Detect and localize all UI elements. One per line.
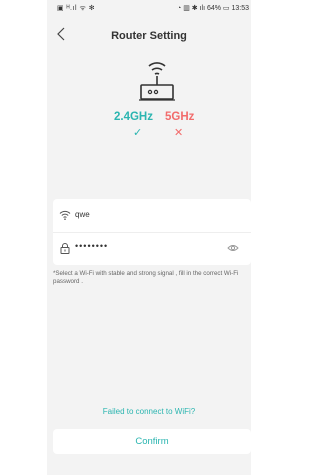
eye-icon[interactable]	[227, 243, 239, 253]
password-value: ••••••••	[75, 241, 109, 251]
lock-icon	[60, 243, 70, 254]
page-title: Router Setting	[111, 30, 187, 42]
band-status: 2.4GHz 5GHz ✓ ✕	[47, 111, 251, 151]
status-bar-right: ◔ ▥ ✱ ılı 64% ▭ 13:53	[177, 5, 249, 12]
hint-text: *Select a Wi-Fi with stable and strong s…	[53, 270, 239, 285]
nav-bar: Router Setting	[47, 18, 251, 48]
router-icon	[139, 62, 175, 101]
wifi-icon	[59, 210, 71, 220]
check-icon: ✓	[133, 127, 143, 139]
password-field[interactable]: ••••••••	[53, 232, 251, 265]
phone-screen: ▣ ᴴ.ıl ᯤ ✻ ◔ ▥ ✱ ılı 64% ▭ 13:53 Router …	[47, 0, 251, 475]
wifi-form-card: qwe ••••••••	[53, 199, 251, 265]
failed-to-connect-link[interactable]: Failed to connect to WiFi?	[47, 407, 251, 416]
status-bar-left: ▣ ᴴ.ıl ᯤ ✻	[57, 5, 96, 12]
band-24ghz-label: 2.4GHz	[114, 111, 153, 123]
ssid-field[interactable]: qwe	[53, 199, 251, 233]
band-5ghz-label: 5GHz	[165, 111, 195, 123]
cross-icon: ✕	[174, 127, 184, 139]
status-bar: ▣ ᴴ.ıl ᯤ ✻ ◔ ▥ ✱ ılı 64% ▭ 13:53	[47, 0, 251, 16]
ssid-value: qwe	[75, 210, 90, 219]
confirm-button[interactable]: Confirm	[53, 429, 251, 454]
